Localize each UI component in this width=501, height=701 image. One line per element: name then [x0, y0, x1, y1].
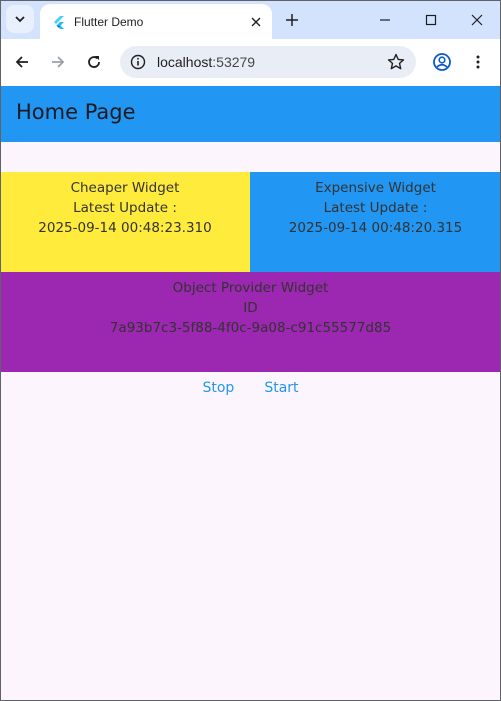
cheaper-widget: Cheaper Widget Latest Update : 2025-09-1… [0, 172, 250, 272]
object-provider-id-value: 7a93b7c3-5f88-4f0c-9a08-c91c55577d85 [109, 320, 392, 336]
maximize-icon [425, 14, 437, 25]
tab-title: Flutter Demo [74, 14, 144, 29]
flutter-logo-icon [54, 15, 64, 29]
maximize-button[interactable] [408, 0, 454, 39]
close-icon [251, 17, 261, 26]
minimize-button[interactable] [362, 0, 408, 39]
action-buttons: Stop Start [0, 372, 501, 404]
expensive-widget-timestamp: 2025-09-14 00:48:20.315 [288, 220, 463, 236]
star-icon [387, 53, 405, 70]
minimize-icon [380, 18, 390, 21]
profile-icon [433, 53, 451, 71]
page-title: Home Page [16, 100, 136, 124]
forward-icon [52, 56, 65, 68]
site-info-button[interactable] [128, 52, 148, 72]
back-icon [15, 56, 28, 68]
expensive-widget-label: Latest Update : [323, 200, 428, 216]
plus-icon [286, 14, 298, 26]
object-provider-widget: Object Provider Widget ID 7a93b7c3-5f88-… [0, 272, 501, 372]
chevron-down-icon [15, 16, 25, 23]
stop-button[interactable]: Stop [198, 376, 238, 400]
new-tab-button[interactable] [280, 8, 304, 32]
close-window-button[interactable] [454, 0, 500, 39]
profile-button[interactable] [428, 48, 456, 76]
tab-search-button[interactable] [6, 5, 34, 33]
cheaper-widget-label: Latest Update : [73, 200, 177, 216]
info-icon [130, 54, 146, 70]
tab-close-button[interactable] [246, 12, 266, 32]
forward-button[interactable] [44, 48, 72, 76]
browser-toolbar: localhost:53279 [0, 39, 501, 86]
object-provider-title: Object Provider Widget [172, 280, 329, 296]
menu-icon [476, 55, 480, 69]
object-provider-id-label: ID [243, 300, 258, 316]
browser-titlebar: Flutter Demo [0, 0, 501, 39]
cheaper-widget-timestamp: 2025-09-14 00:48:23.310 [38, 220, 212, 236]
url-text: localhost:53279 [157, 54, 256, 70]
cheaper-widget-title: Cheaper Widget [70, 180, 180, 196]
reload-icon [88, 56, 100, 68]
address-bar[interactable]: localhost:53279 [120, 46, 416, 78]
close-icon [471, 14, 483, 25]
app-bar: Home Page [0, 86, 501, 142]
bookmark-button[interactable] [384, 50, 408, 74]
reload-button[interactable] [80, 48, 108, 76]
expensive-widget: Expensive Widget Latest Update : 2025-09… [250, 172, 501, 272]
browser-menu-button[interactable] [464, 48, 492, 76]
back-button[interactable] [8, 48, 36, 76]
browser-tab[interactable]: Flutter Demo [40, 4, 272, 39]
expensive-widget-title: Expensive Widget [315, 180, 436, 196]
start-button[interactable]: Start [260, 376, 302, 400]
flutter-page: Home Page Cheaper Widget Latest Update :… [0, 86, 501, 701]
